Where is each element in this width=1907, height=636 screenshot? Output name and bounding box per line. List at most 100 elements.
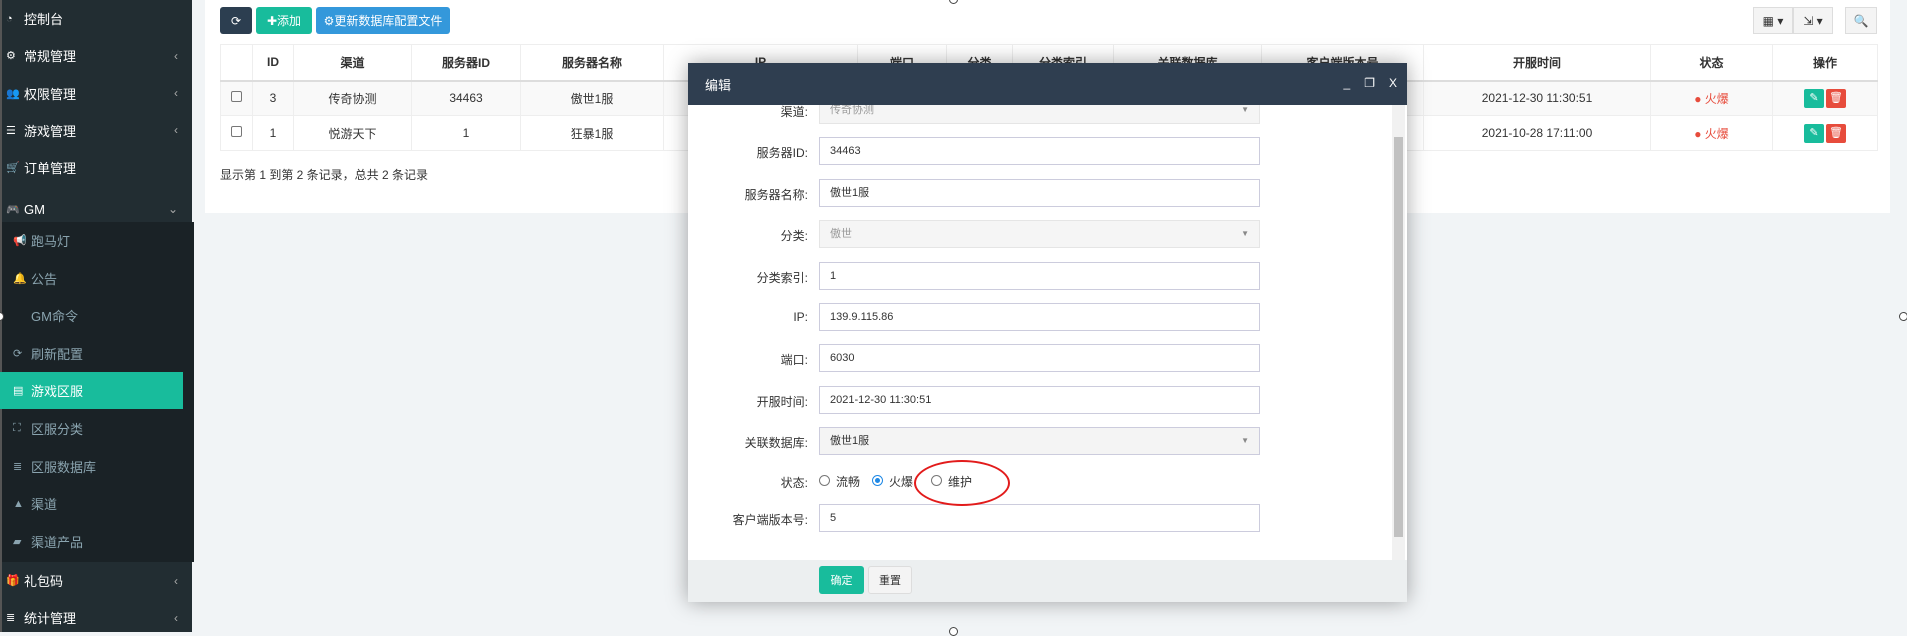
- status-cell: ● 火爆: [1650, 80, 1773, 116]
- edit-button[interactable]: ✎: [1804, 88, 1824, 108]
- export-button[interactable]: ⇲ ▾: [1793, 7, 1833, 34]
- column-header[interactable]: 服务器ID: [411, 44, 521, 82]
- sidebar-item[interactable]: ≣ 统计管理 ‹: [0, 599, 192, 636]
- sidebar-item-label: 刷新配置: [31, 346, 84, 362]
- field-input[interactable]: 34463: [819, 137, 1260, 166]
- field-value: 34463: [830, 145, 861, 158]
- chevron-icon: ‹: [174, 86, 178, 101]
- sidebar-item-label: 统计管理: [24, 611, 77, 626]
- version-row: 客户端版本号: 5: [688, 504, 1388, 532]
- form-row: 端口: 6030: [688, 344, 1388, 373]
- sidebar-item[interactable]: ⛶ 区服分类: [0, 410, 192, 447]
- maximize-icon[interactable]: ❐: [1364, 76, 1375, 90]
- column-header[interactable]: ID: [252, 44, 294, 82]
- version-input[interactable]: 5: [819, 504, 1260, 532]
- delete-button[interactable]: 🗑: [1826, 123, 1846, 143]
- field-label: 分类索引:: [756, 270, 808, 285]
- field-value: 傲世: [830, 228, 852, 241]
- reset-button[interactable]: 重置: [868, 566, 912, 594]
- shopping-bag-icon: ▰: [13, 535, 22, 548]
- field-input[interactable]: 6030: [819, 344, 1260, 373]
- column-header: 渠道: [293, 44, 412, 82]
- field-input[interactable]: 139.9.115.86: [819, 303, 1260, 331]
- chevron-icon: ‹: [174, 123, 178, 138]
- row-checkbox[interactable]: [231, 91, 242, 103]
- caret-down-icon: ▼: [1241, 229, 1249, 239]
- form-row: 关联数据库: 傲世1服 ▼: [688, 427, 1388, 456]
- field-label: 分类:: [780, 229, 808, 244]
- sidebar-item-label: 跑马灯: [31, 234, 71, 249]
- sidebar-item[interactable]: ☰ 游戏管理 ‹: [0, 112, 192, 149]
- dashboard-icon: ◔: [6, 12, 13, 25]
- sidebar-item[interactable]: 🎁 礼包码 ‹: [0, 562, 192, 599]
- sidebar-item-label: 常规管理: [24, 49, 77, 65]
- field-value: 傲世1服: [830, 186, 870, 199]
- field-input[interactable]: 2021-12-30 11:30:51: [819, 385, 1260, 414]
- refresh-icon: ⟳: [230, 13, 242, 28]
- gamepad-icon: 🎮: [6, 203, 20, 216]
- sitemap-icon: ⛶: [13, 422, 21, 434]
- bullhorn-icon: 📢: [13, 235, 27, 247]
- sidebar-item[interactable]: ▤ 游戏区服: [0, 372, 183, 410]
- sidebar-item[interactable]: ◔ 控制台: [0, 0, 192, 37]
- column-header: 服务器名称: [520, 44, 664, 82]
- field-value: 2021-12-30 11:30:51: [830, 393, 932, 406]
- field-label: 渠道:: [780, 105, 808, 119]
- sidebar-item[interactable]: ▰ 渠道产品: [0, 523, 192, 560]
- chevron-icon: ‹: [174, 48, 178, 63]
- sidebar-item[interactable]: ⟳ 刷新配置: [0, 335, 192, 372]
- status-radio-hot[interactable]: [872, 475, 883, 486]
- pencil-icon: ✎: [1809, 91, 1819, 104]
- cart-icon: 🛒: [6, 162, 20, 175]
- users-icon: 👥: [6, 87, 20, 100]
- confirm-button[interactable]: 确定: [819, 566, 864, 594]
- sidebar-item-label: 礼包码: [24, 574, 64, 589]
- pagination-info: 显示第 1 到第 2 条记录，总共 2 条记录: [220, 168, 429, 182]
- sidebar-item[interactable]: GM命令: [0, 297, 192, 334]
- row-checkbox-cell[interactable]: [220, 80, 253, 116]
- field-value: 傲世1服: [830, 435, 870, 448]
- sidebar-item[interactable]: 📢 跑马灯: [0, 222, 192, 259]
- sidebar-item[interactable]: ▲ 渠道: [0, 485, 192, 522]
- refresh-button[interactable]: ⟳: [220, 7, 252, 34]
- status-row: 状态: 流畅 火爆 维护: [688, 467, 1388, 495]
- field-input[interactable]: 傲世1服: [819, 178, 1260, 207]
- scrollbar-thumb[interactable]: [1394, 137, 1403, 537]
- sidebar-item[interactable]: 🔔 公告: [0, 260, 192, 297]
- delete-button[interactable]: 🗑: [1826, 88, 1846, 108]
- columns-toggle-button[interactable]: ▦ ▾: [1753, 7, 1793, 34]
- sidebar-item[interactable]: 🛒 订单管理: [0, 149, 192, 186]
- close-icon[interactable]: X: [1389, 76, 1397, 90]
- chevron-icon: ‹: [174, 573, 178, 588]
- field-label: 关联数据库:: [744, 436, 808, 451]
- column-header: [220, 44, 253, 82]
- row-checkbox[interactable]: [231, 126, 242, 137]
- trash-icon: 🗑: [1829, 91, 1843, 104]
- pencil-icon: ✎: [1809, 126, 1819, 139]
- update-db-config-button[interactable]: ⚙ 更新数据库配置文件: [316, 7, 450, 34]
- field-label: 开服时间:: [756, 394, 808, 409]
- add-button[interactable]: ✚ 添加: [256, 7, 312, 34]
- status-badge: 火爆: [1704, 91, 1729, 106]
- minimize-icon[interactable]: _: [1344, 76, 1351, 90]
- sidebar-item[interactable]: ⚙ 常规管理 ‹: [0, 37, 192, 74]
- road-icon: ▲: [13, 497, 24, 510]
- field-input[interactable]: 1: [819, 261, 1260, 290]
- edit-button[interactable]: ✎: [1804, 123, 1824, 143]
- field-select[interactable]: 傲世 ▼: [819, 220, 1260, 249]
- chevron-icon: ⌄: [167, 202, 178, 216]
- sidebar-item[interactable]: 👥 权限管理 ‹: [0, 75, 192, 112]
- search-button[interactable]: 🔍: [1845, 7, 1877, 34]
- modal-header: 编辑 _ ❐ X: [688, 63, 1407, 105]
- field-select[interactable]: 传奇协测 ▼: [819, 105, 1260, 124]
- modal-scrollbar[interactable]: [1392, 105, 1405, 560]
- status-radio-smooth[interactable]: [819, 475, 830, 486]
- cogs-icon: ⚙: [323, 13, 335, 28]
- field-select[interactable]: 傲世1服 ▼: [819, 427, 1260, 456]
- open-time-cell: 2021-12-30 11:30:51: [1423, 80, 1651, 116]
- sidebar-item[interactable]: ≣ 区服数据库: [0, 448, 192, 485]
- row-checkbox-cell[interactable]: [220, 115, 253, 151]
- form-row: IP: 139.9.115.86: [688, 303, 1388, 331]
- caret-down-icon: ▼: [1241, 436, 1249, 446]
- form-row: 开服时间: 2021-12-30 11:30:51: [688, 385, 1388, 414]
